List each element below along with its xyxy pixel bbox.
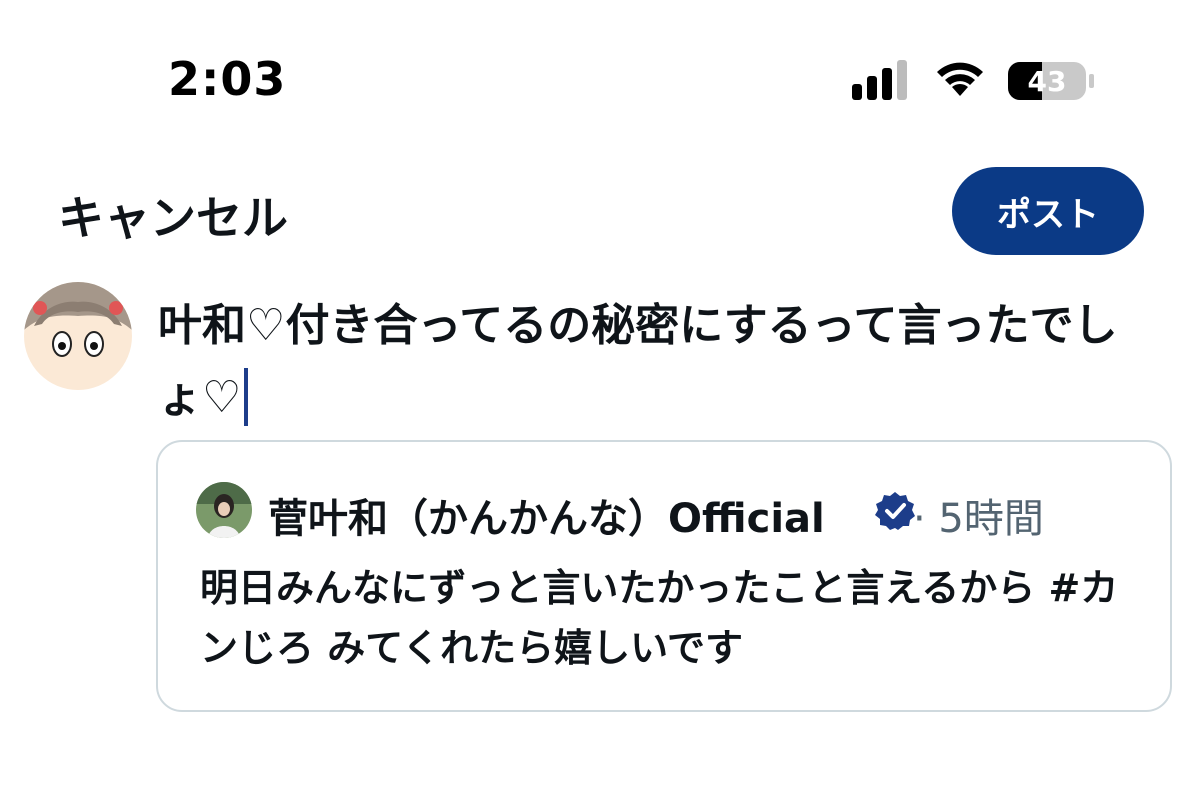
wifi-icon — [937, 62, 983, 96]
quoted-post-time: · 5時間 — [913, 496, 1044, 542]
verified-badge-icon — [875, 492, 915, 530]
battery-percent: 43 — [1028, 65, 1067, 98]
battery-icon: 43 — [1008, 62, 1094, 100]
quoted-post-text: 明日みんなにずっと言いたかったこと言えるから #カンじろ みてくれたら嬉しいです — [200, 566, 1119, 670]
status-time: 2:03 — [168, 52, 287, 106]
cellular-signal-icon — [852, 60, 907, 100]
text-cursor — [244, 368, 249, 426]
quoted-author-avatar — [196, 482, 252, 538]
post-button[interactable]: ポスト — [952, 167, 1144, 255]
cancel-button[interactable]: キャンセル — [58, 182, 288, 248]
compose-text: 叶和♡付き合ってるの秘密にするって言ったでしょ♡ — [158, 300, 1118, 423]
quoted-author-name: 菅叶和（かんかんな）Official — [268, 496, 825, 542]
user-avatar[interactable] — [24, 282, 132, 390]
compose-text-area[interactable]: 叶和♡付き合ってるの秘密にするって言ったでしょ♡ — [158, 290, 1158, 434]
quoted-post-card[interactable]: 菅叶和（かんかんな）Official · 5時間 明日みんなにずっと言いたかった… — [156, 440, 1172, 712]
